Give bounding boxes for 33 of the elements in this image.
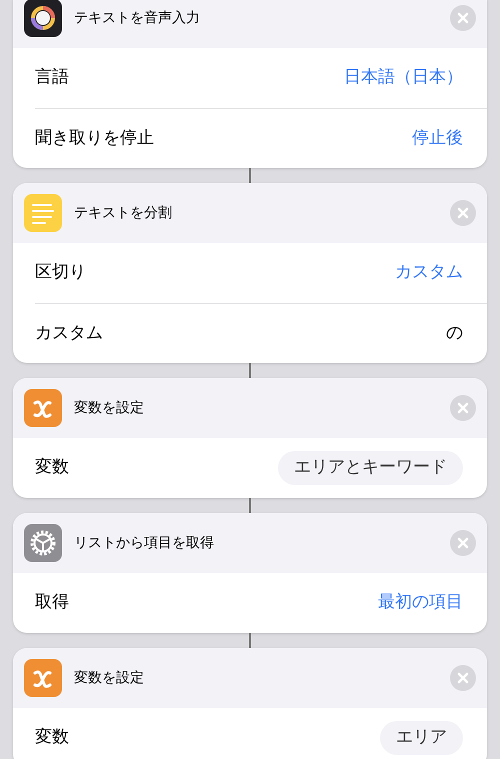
variable-x-icon (24, 659, 62, 697)
row-label: 変数 (35, 456, 69, 480)
value-text: の (446, 322, 463, 345)
row-label: カスタム (35, 322, 103, 345)
row-label: 変数 (35, 726, 69, 750)
row-label: 取得 (35, 591, 69, 614)
close-icon (457, 672, 469, 684)
value-link[interactable]: 停止後 (412, 126, 463, 152)
variable-x-icon (24, 389, 62, 427)
action-title: テキストを音声入力 (74, 8, 201, 28)
value-link[interactable]: 日本語（日本） (344, 65, 463, 91)
row-label: 区切り (35, 261, 86, 284)
variable-token[interactable]: エリアとキーワード (278, 451, 463, 485)
close-icon (457, 207, 469, 219)
action-title: テキストを分割 (74, 204, 173, 222)
close-icon (457, 12, 469, 24)
row-label: 聞き取りを停止 (35, 126, 154, 150)
value-link[interactable]: 最初の項目 (378, 590, 463, 616)
close-button[interactable] (450, 665, 476, 691)
close-button[interactable] (450, 530, 476, 556)
close-icon (457, 537, 469, 549)
action-title: リストから項目を取得 (74, 534, 215, 552)
action-title: 変数を設定 (74, 668, 145, 688)
gear-icon (24, 524, 62, 562)
close-button[interactable] (450, 200, 476, 226)
row-label: 言語 (35, 66, 69, 90)
variable-token[interactable]: エリア (380, 721, 463, 755)
close-button[interactable] (450, 395, 476, 421)
value-link[interactable]: カスタム (395, 260, 463, 286)
text-lines-icon (24, 194, 62, 232)
action-title: 変数を設定 (74, 398, 145, 418)
close-icon (457, 402, 469, 414)
close-button[interactable] (450, 5, 476, 31)
